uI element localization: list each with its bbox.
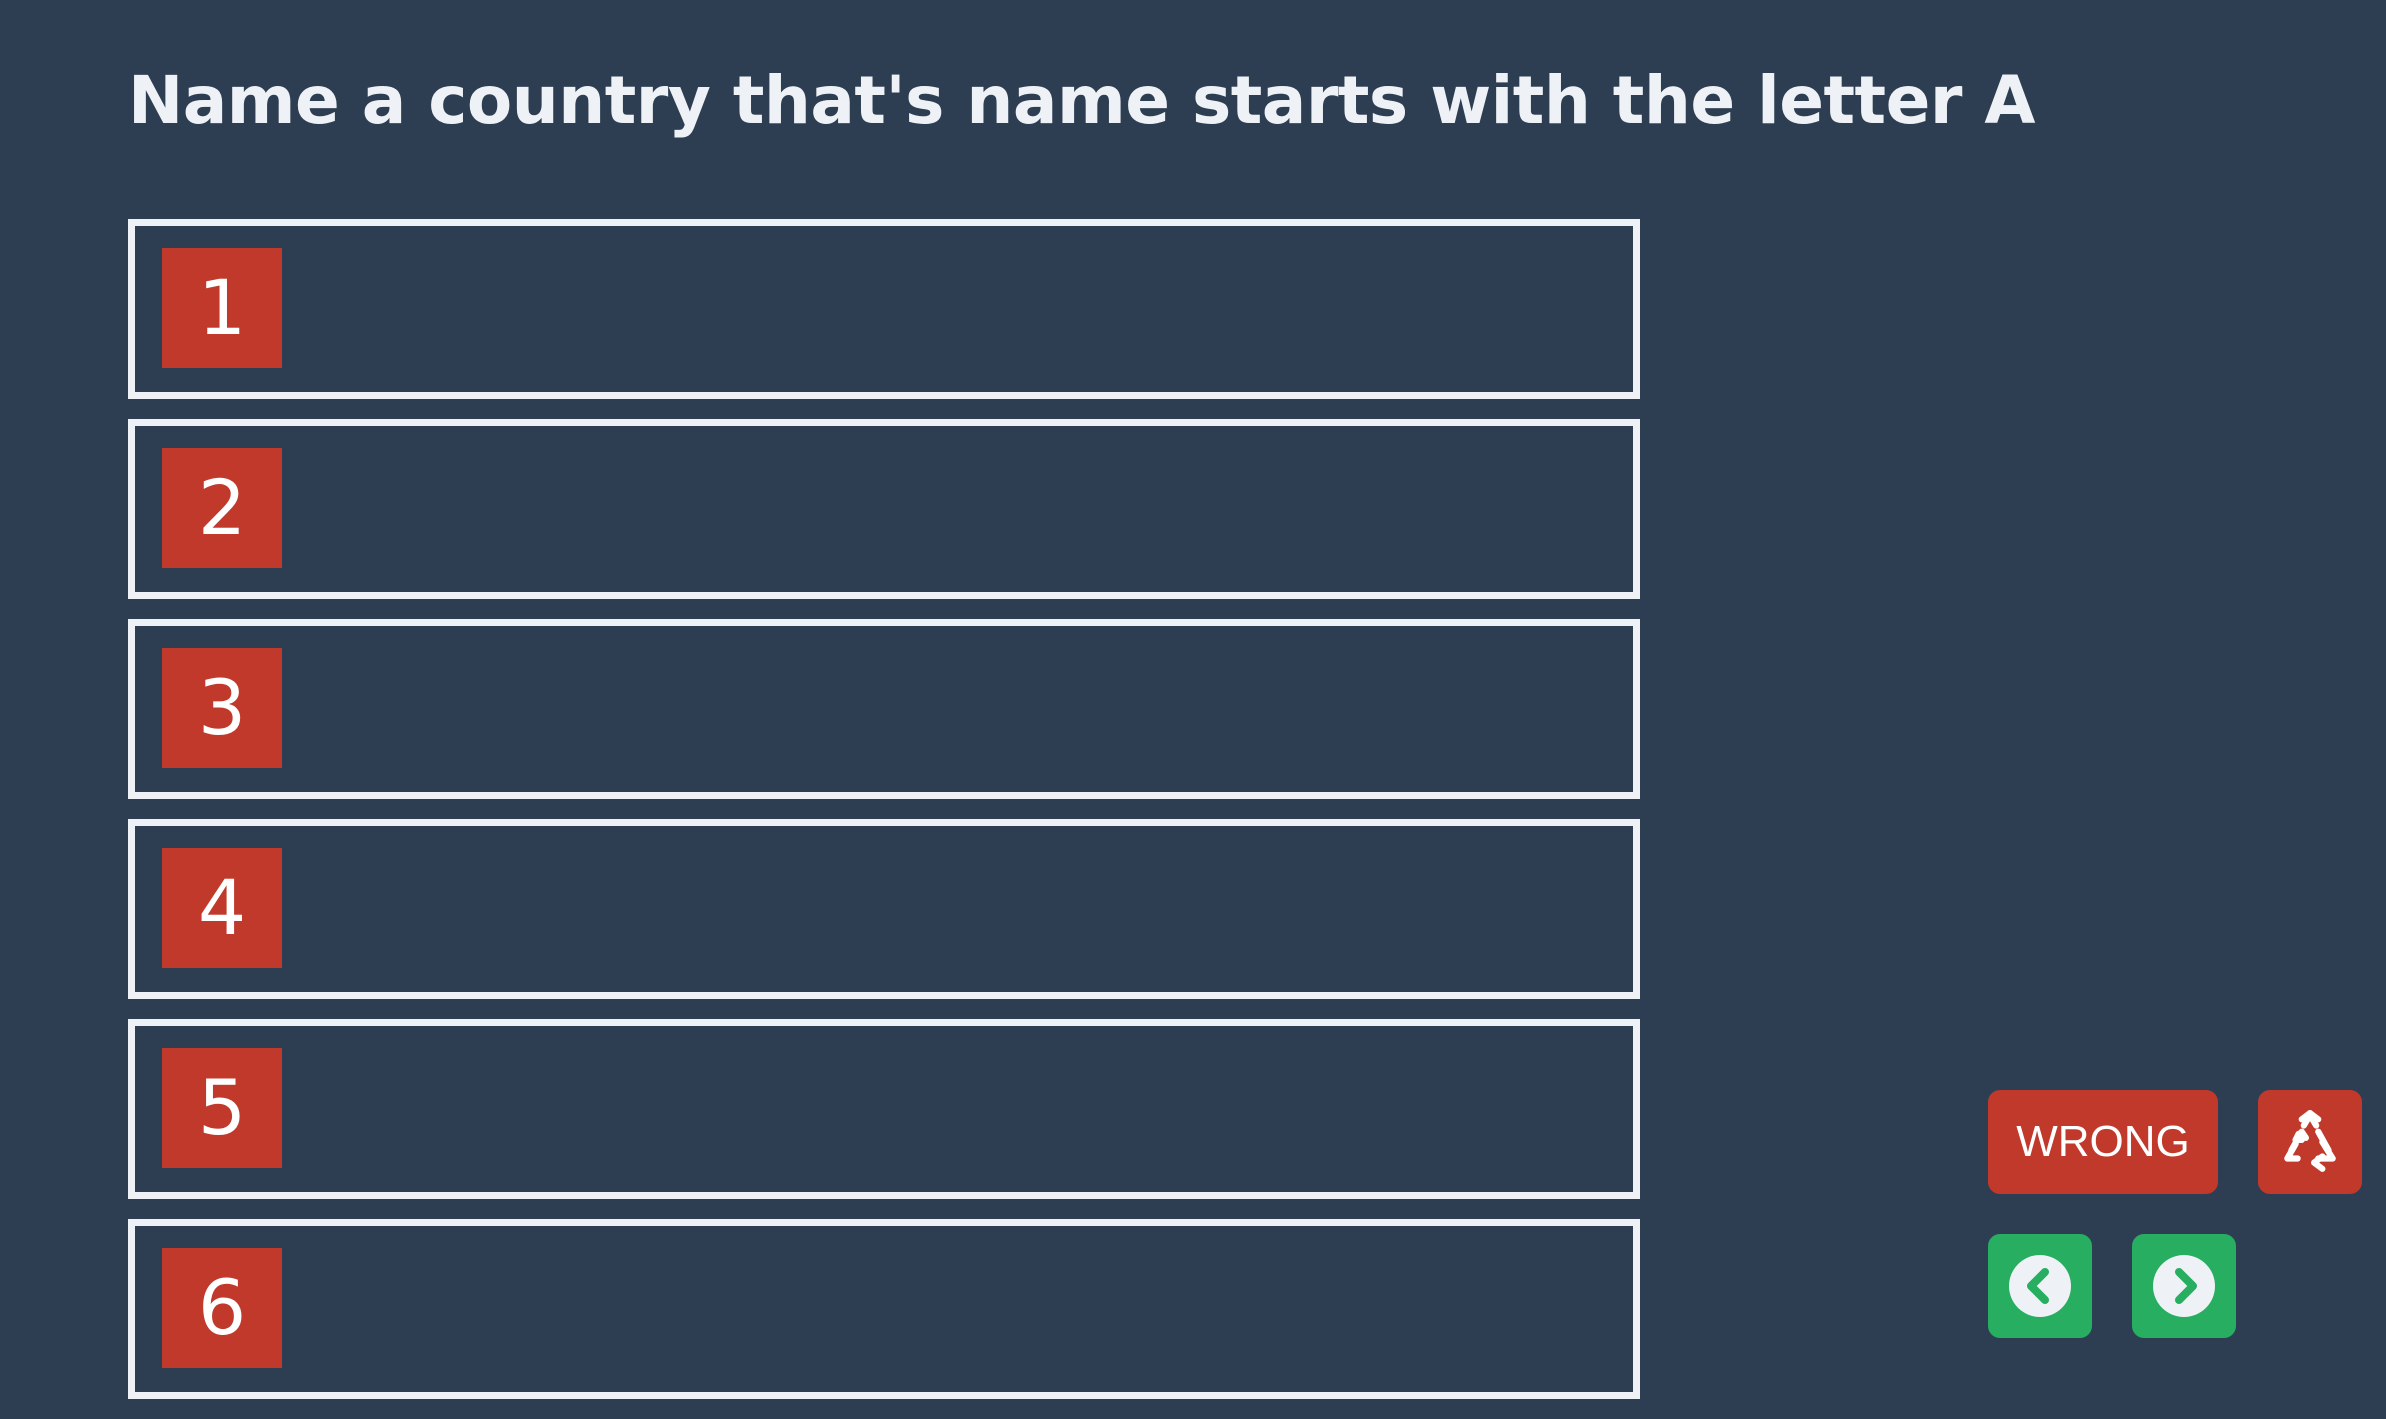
next-button[interactable] (2132, 1234, 2236, 1338)
answer-number-badge: 6 (162, 1248, 282, 1368)
answer-slot-6[interactable]: 6 (128, 1219, 1640, 1399)
chevron-left-circle-icon (2008, 1254, 2072, 1318)
answer-board: 1 2 3 4 5 6 (128, 219, 1640, 1419)
wrong-button-label: WRONG (2016, 1117, 2190, 1166)
previous-button[interactable] (1988, 1234, 2092, 1338)
reset-button[interactable] (2258, 1090, 2362, 1194)
answer-slot-5[interactable]: 5 (128, 1019, 1640, 1199)
answer-slot-1[interactable]: 1 (128, 219, 1640, 399)
answer-number-badge: 1 (162, 248, 282, 368)
answer-number-badge: 2 (162, 448, 282, 568)
answer-number-badge: 4 (162, 848, 282, 968)
recycle-icon (2277, 1109, 2343, 1175)
answer-slot-3[interactable]: 3 (128, 619, 1640, 799)
answer-number-badge: 5 (162, 1048, 282, 1168)
answer-number-badge: 3 (162, 648, 282, 768)
chevron-right-circle-icon (2152, 1254, 2216, 1318)
answer-slot-2[interactable]: 2 (128, 419, 1640, 599)
answer-slot-4[interactable]: 4 (128, 819, 1640, 999)
wrong-button[interactable]: WRONG (1988, 1090, 2218, 1194)
question-title: Name a country that's name starts with t… (128, 62, 2035, 139)
